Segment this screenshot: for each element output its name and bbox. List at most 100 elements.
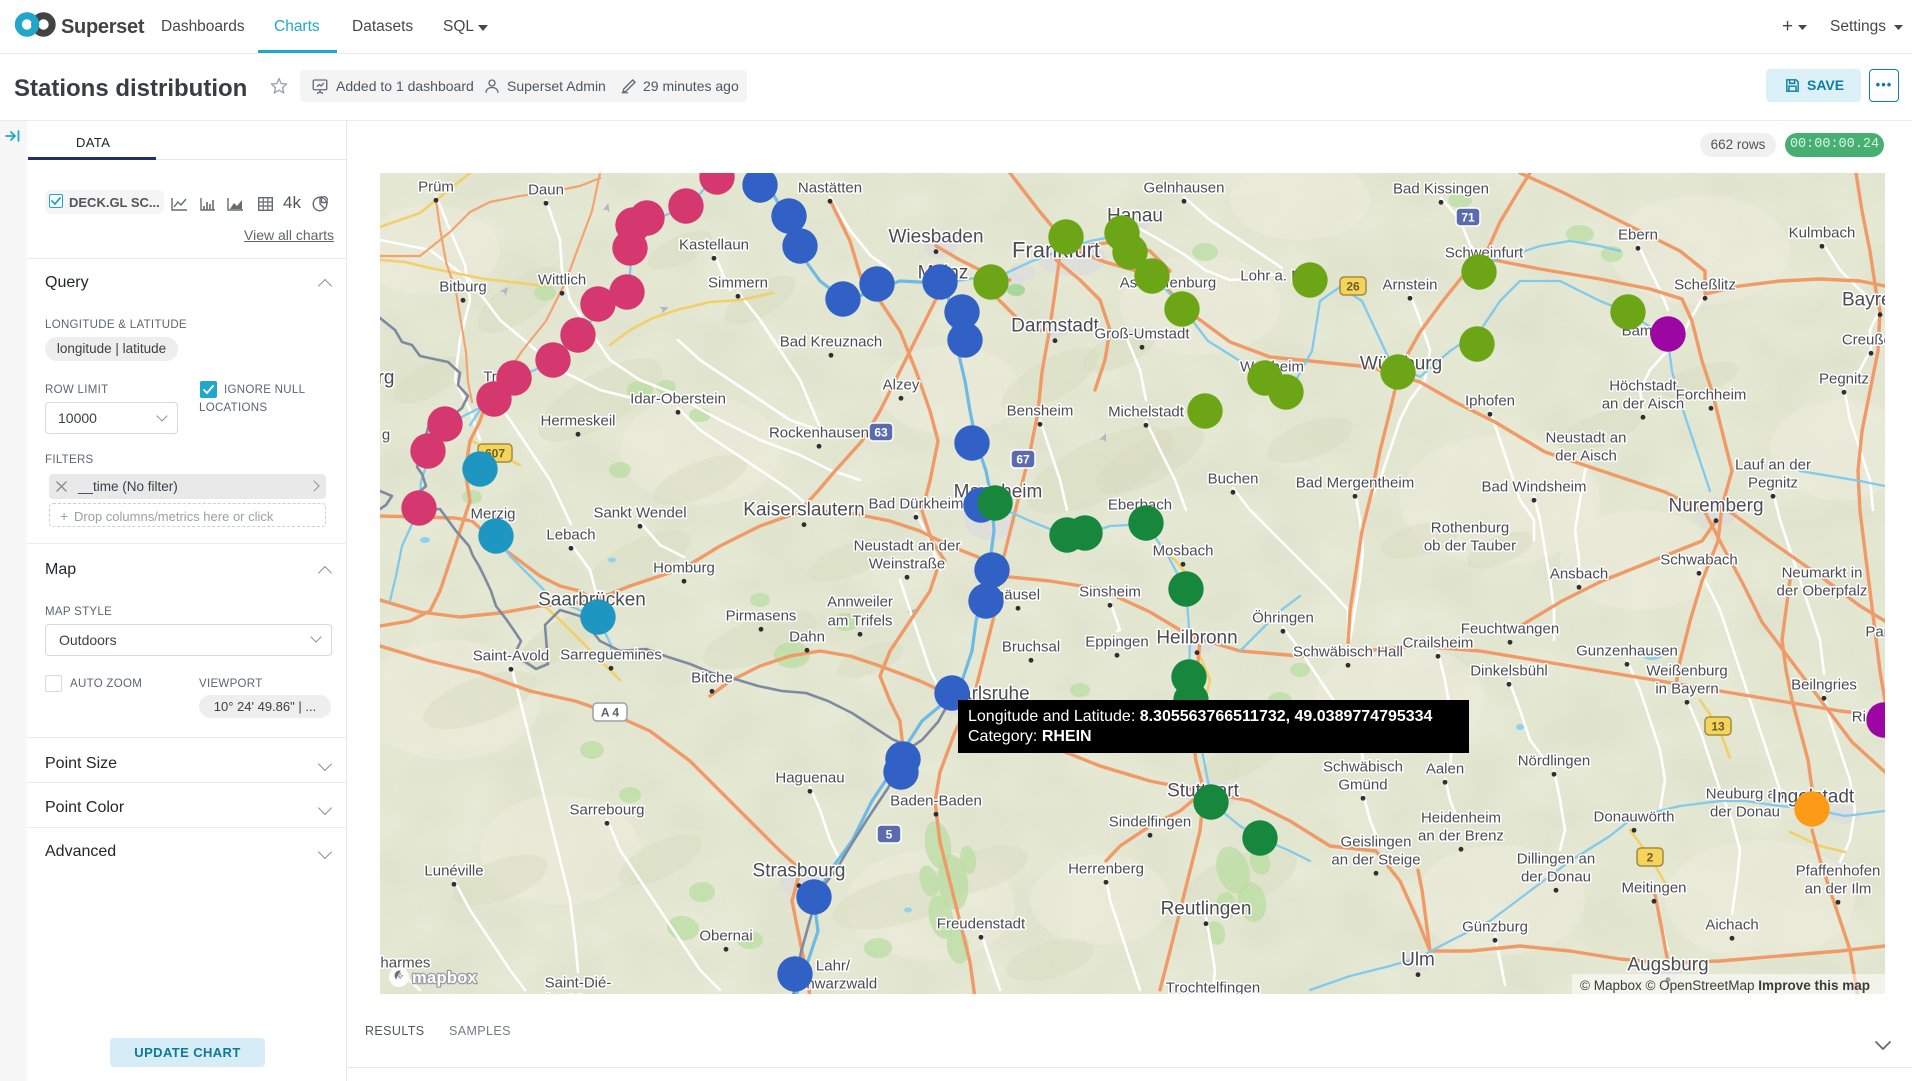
svg-text:in Bayern: in Bayern <box>1655 680 1718 697</box>
svg-text:Höchstadt: Höchstadt <box>1609 377 1677 394</box>
svg-text:13: 13 <box>1711 720 1725 734</box>
svg-text:Iphofen: Iphofen <box>1465 392 1515 409</box>
svg-text:Schwabach: Schwabach <box>1660 551 1738 568</box>
svg-text:Gmünd: Gmünd <box>1338 776 1387 793</box>
svg-text:Annweiler: Annweiler <box>827 593 893 610</box>
svg-text:Obernai: Obernai <box>699 927 752 944</box>
svg-text:les-Vosges: les-Vosges <box>546 991 619 994</box>
svg-text:Saint-Avold: Saint-Avold <box>473 647 549 664</box>
svg-text:Bad Dürkheim: Bad Dürkheim <box>868 495 963 512</box>
svg-text:Haguenau: Haguenau <box>775 769 844 786</box>
svg-text:Bitche: Bitche <box>691 669 733 686</box>
svg-text:26: 26 <box>1346 280 1360 294</box>
svg-text:Ulm: Ulm <box>1401 950 1435 971</box>
svg-text:Lunéville: Lunéville <box>424 862 483 879</box>
svg-text:Dinkelsbühl: Dinkelsbühl <box>1470 662 1548 679</box>
svg-text:Bayreuth: Bayreuth <box>1842 290 1885 311</box>
svg-text:Heilbronn: Heilbronn <box>1156 628 1237 649</box>
svg-text:Nördlingen: Nördlingen <box>1518 752 1591 769</box>
svg-text:Mosbach: Mosbach <box>1153 542 1214 559</box>
svg-text:Freudenstadt: Freudenstadt <box>937 915 1026 932</box>
svg-text:Strasbourg: Strasbourg <box>753 861 846 882</box>
svg-text:Wiesbaden: Wiesbaden <box>888 227 983 248</box>
svg-text:Donauwörth: Donauwörth <box>1594 808 1675 825</box>
svg-text:63: 63 <box>874 426 888 440</box>
svg-text:Dillingen an: Dillingen an <box>1517 850 1595 867</box>
svg-text:Nastätten: Nastätten <box>798 179 862 196</box>
svg-text:Günzburg: Günzburg <box>1462 918 1528 935</box>
svg-text:67: 67 <box>1016 453 1030 467</box>
svg-text:Bad Kreuznach: Bad Kreuznach <box>780 333 883 350</box>
svg-text:Lauf an der: Lauf an der <box>1735 456 1811 473</box>
svg-text:Trochtelfingen: Trochtelfingen <box>1166 979 1261 994</box>
svg-text:Sinsheim: Sinsheim <box>1079 583 1141 600</box>
svg-text:Augsburg: Augsburg <box>1627 955 1708 976</box>
svg-text:Rockenhausen: Rockenhausen <box>769 424 869 441</box>
svg-text:Aichach: Aichach <box>1705 916 1758 933</box>
svg-text:Weinstraße: Weinstraße <box>869 555 945 572</box>
svg-text:Reutlingen: Reutlingen <box>1161 899 1252 920</box>
svg-text:Saint-Dié-: Saint-Dié- <box>545 974 612 991</box>
svg-text:Beilngries: Beilngries <box>1791 676 1857 693</box>
svg-text:Dahn: Dahn <box>789 628 825 645</box>
svg-text:71: 71 <box>1461 211 1475 225</box>
svg-text:g: g <box>382 426 390 443</box>
svg-text:Gunzenhausen: Gunzenhausen <box>1576 642 1678 659</box>
svg-text:Kastellaun: Kastellaun <box>679 236 749 253</box>
svg-text:Darmstadt: Darmstadt <box>1011 316 1099 337</box>
svg-text:Simmern: Simmern <box>708 274 768 291</box>
svg-text:Creußen: Creußen <box>1842 331 1885 348</box>
svg-text:Bensheim: Bensheim <box>1007 402 1074 419</box>
svg-text:Sarrebourg: Sarrebourg <box>569 801 644 818</box>
svg-text:Bitburg: Bitburg <box>439 278 487 295</box>
svg-text:der Donau: der Donau <box>1710 803 1780 820</box>
svg-text:Nuremberg: Nuremberg <box>1668 496 1763 517</box>
svg-text:5: 5 <box>886 828 893 842</box>
svg-text:Meitingen: Meitingen <box>1621 879 1686 896</box>
svg-text:Öhringen: Öhringen <box>1252 608 1314 626</box>
svg-text:Neustadt an: Neustadt an <box>1546 429 1627 446</box>
svg-text:Sankt Wendel: Sankt Wendel <box>593 504 686 521</box>
svg-text:Bad Mergentheim: Bad Mergentheim <box>1296 474 1414 491</box>
svg-text:Buchen: Buchen <box>1208 470 1259 487</box>
svg-text:Pfaffenhofen: Pfaffenhofen <box>1796 862 1881 879</box>
svg-text:der Oberpfalz: der Oberpfalz <box>1777 582 1868 599</box>
svg-text:der Aisch: der Aisch <box>1555 447 1617 464</box>
svg-text:Par: Par <box>1865 623 1885 640</box>
svg-text:A 4: A 4 <box>601 706 620 720</box>
svg-text:Forchheim: Forchheim <box>1676 386 1747 403</box>
svg-text:Schwäbisch Hall: Schwäbisch Hall <box>1293 643 1403 660</box>
svg-text:Ebern: Ebern <box>1618 226 1658 243</box>
svg-text:Crailsheim: Crailsheim <box>1403 634 1474 651</box>
svg-text:Gelnhausen: Gelnhausen <box>1144 179 1225 196</box>
svg-text:Rothenburg: Rothenburg <box>1431 519 1509 536</box>
svg-text:am Trifels: am Trifels <box>827 612 892 629</box>
svg-text:Kaiserslautern: Kaiserslautern <box>743 500 864 521</box>
svg-text:ob der Tauber: ob der Tauber <box>1424 537 1516 554</box>
svg-text:Arnstein: Arnstein <box>1382 276 1437 293</box>
svg-text:Aalen: Aalen <box>1426 760 1464 777</box>
svg-text:Hermeskeil: Hermeskeil <box>540 412 615 429</box>
svg-text:Alzey: Alzey <box>883 376 920 393</box>
svg-text:Pirmasens: Pirmasens <box>726 607 797 624</box>
svg-text:Scheßlitz: Scheßlitz <box>1674 276 1736 293</box>
svg-text:Neumarkt in: Neumarkt in <box>1782 564 1863 581</box>
svg-text:an der Brenz: an der Brenz <box>1418 827 1504 844</box>
svg-text:Bad Windsheim: Bad Windsheim <box>1481 478 1586 495</box>
svg-text:Wittlich: Wittlich <box>538 271 586 288</box>
svg-text:der Donau: der Donau <box>1521 868 1591 885</box>
svg-text:Bruchsal: Bruchsal <box>1002 638 1060 655</box>
svg-text:an der Steige: an der Steige <box>1331 851 1420 868</box>
svg-text:Idar-Oberstein: Idar-Oberstein <box>630 390 726 407</box>
svg-text:Kulmbach: Kulmbach <box>1789 224 1856 241</box>
svg-text:Daun: Daun <box>528 181 564 198</box>
svg-text:an der Aisch: an der Aisch <box>1602 395 1685 412</box>
svg-text:Pegnitz: Pegnitz <box>1819 370 1869 387</box>
svg-text:Groß-Umstadt: Groß-Umstadt <box>1094 325 1190 342</box>
svg-text:Herrenberg: Herrenberg <box>1068 860 1144 877</box>
svg-text:Heidenheim: Heidenheim <box>1421 809 1501 826</box>
svg-text:Weißenburg: Weißenburg <box>1646 662 1727 679</box>
svg-text:Homburg: Homburg <box>653 559 715 576</box>
svg-text:Ansbach: Ansbach <box>1550 565 1608 582</box>
svg-text:Schwäbisch: Schwäbisch <box>1323 758 1403 775</box>
